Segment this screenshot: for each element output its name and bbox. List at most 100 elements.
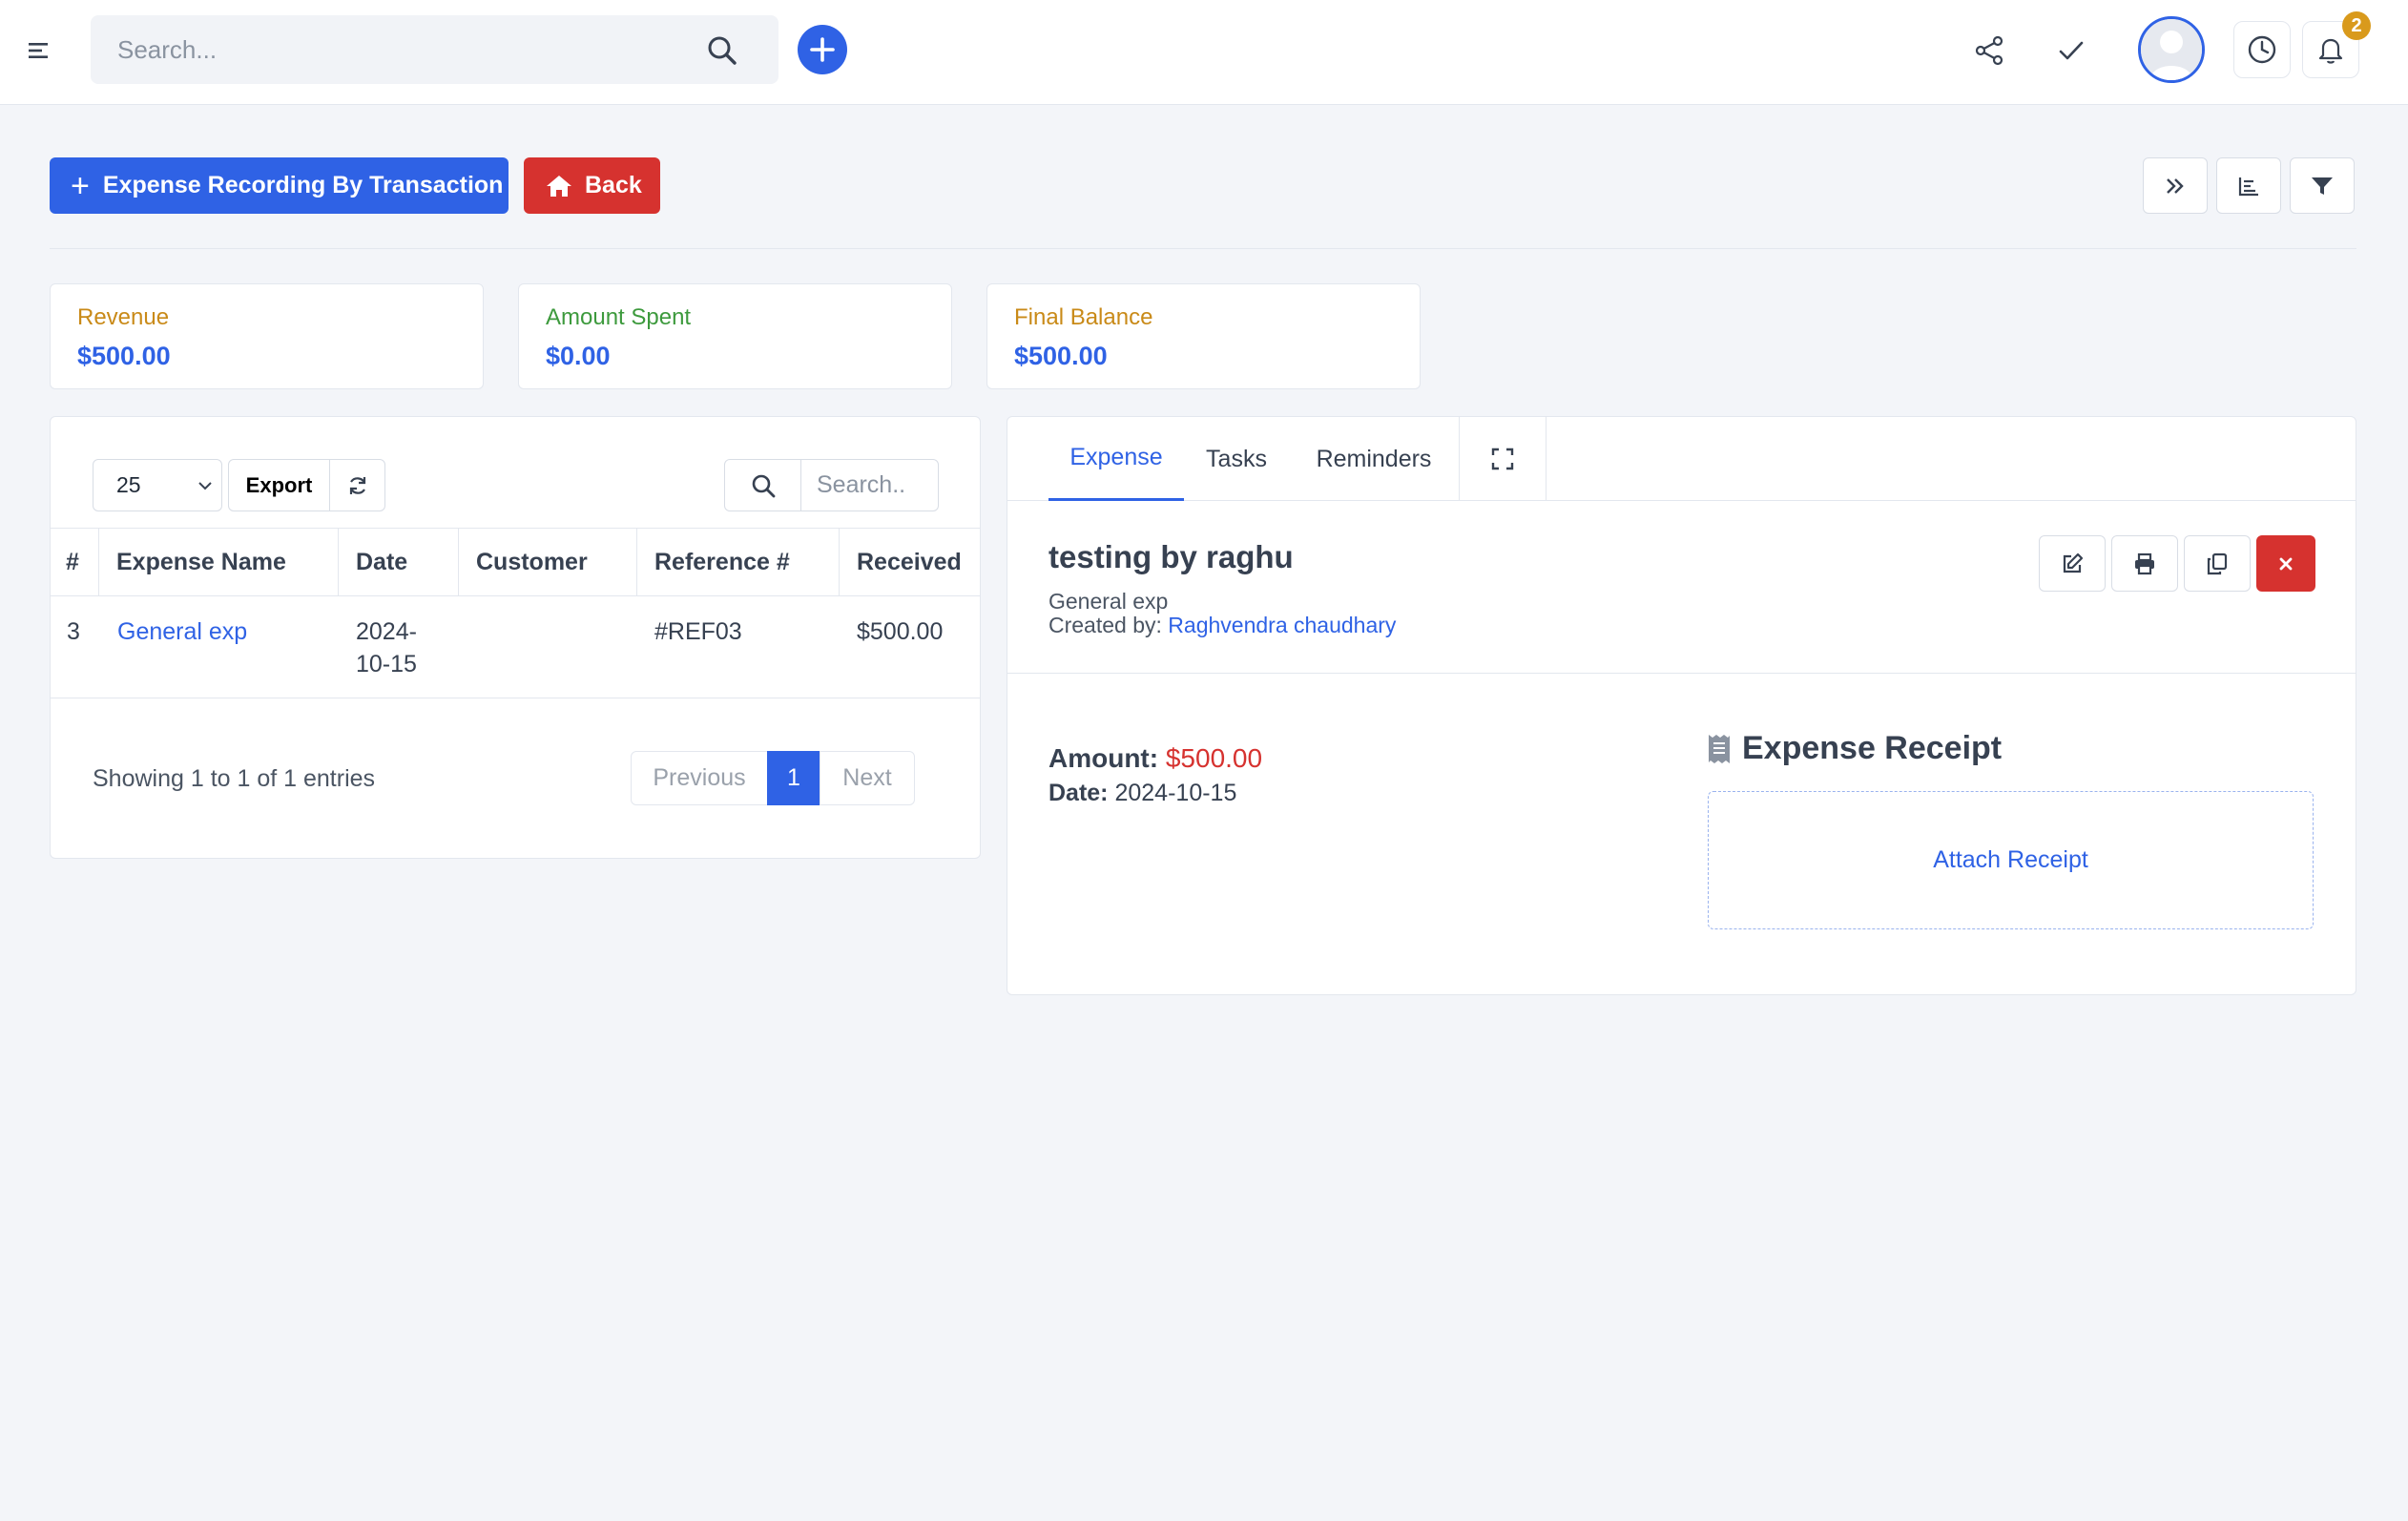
expense-amount: Amount: $500.00 — [1048, 743, 1262, 774]
row-id: 3 — [67, 618, 80, 645]
divider — [1007, 673, 2356, 674]
expense-category: General exp — [1048, 589, 1169, 614]
stat-label: Amount Spent — [546, 304, 692, 330]
bell-icon — [2318, 38, 2343, 64]
pagination-previous[interactable]: Previous — [631, 751, 768, 805]
chart-icon — [2238, 177, 2258, 196]
share-icon — [1975, 35, 2003, 66]
stat-value: $500.00 — [77, 342, 171, 370]
receipt-heading: Expense Receipt — [1708, 730, 2002, 767]
attach-receipt-link[interactable]: Attach Receipt — [1933, 846, 2088, 874]
expand-panel-button[interactable] — [2143, 157, 2208, 214]
tab-reminders[interactable]: Reminders — [1289, 417, 1459, 501]
refresh-button[interactable] — [329, 459, 385, 511]
fullscreen-icon — [1491, 448, 1514, 470]
receipt-icon — [1709, 734, 1730, 763]
pagination-page[interactable]: 1 — [767, 751, 820, 805]
avatar[interactable] — [2138, 16, 2205, 83]
share-button[interactable] — [1963, 25, 2015, 76]
filter-button[interactable] — [2290, 157, 2355, 214]
column-header[interactable]: Expense Name — [99, 529, 339, 595]
back-button[interactable]: Back — [524, 157, 660, 214]
table-search-button[interactable] — [724, 459, 801, 511]
top-navbar: 2 — [0, 0, 2408, 105]
global-search-input[interactable] — [117, 15, 690, 84]
plus-icon: + — [71, 167, 90, 204]
copy-button[interactable] — [2184, 535, 2251, 592]
column-header[interactable]: Date — [339, 529, 459, 595]
tab-tasks[interactable]: Tasks — [1193, 417, 1280, 501]
column-header[interactable]: # — [51, 529, 99, 595]
close-icon — [2279, 557, 2293, 570]
created-by: Created by: Raghvendra chaudhary — [1048, 613, 1396, 638]
refresh-icon — [349, 476, 365, 494]
row-received: $500.00 — [857, 618, 944, 645]
stat-label: Revenue — [77, 304, 170, 330]
search-icon[interactable] — [706, 34, 738, 67]
home-icon — [547, 175, 571, 197]
table-header: # Expense Name Date Customer Reference #… — [51, 528, 980, 596]
tab-expense[interactable]: Expense — [1048, 417, 1184, 501]
row-date-line: 10-15 — [356, 651, 417, 677]
expense-title: testing by raghu — [1048, 539, 1294, 574]
stat-revenue: Revenue $500.00 — [50, 283, 484, 389]
chart-button[interactable] — [2216, 157, 2281, 214]
back-label: Back — [585, 172, 642, 198]
expense-name-link[interactable]: General exp — [117, 615, 247, 648]
stat-value: $0.00 — [546, 342, 611, 370]
print-button[interactable] — [2111, 535, 2178, 592]
pagination-next[interactable]: Next — [820, 751, 915, 805]
add-expense-label: Expense Recording By Transaction — [102, 172, 504, 198]
search-icon — [752, 474, 775, 497]
add-expense-button[interactable]: + Expense Recording By Transaction — [50, 157, 509, 214]
clock-icon — [2248, 35, 2276, 64]
divider — [50, 248, 2356, 249]
row-date-line: 2024- — [356, 618, 417, 645]
row-reference: #REF03 — [654, 618, 742, 645]
quick-add-button[interactable] — [798, 25, 847, 74]
edit-button[interactable] — [2039, 535, 2106, 592]
notification-count-badge: 2 — [2342, 11, 2371, 40]
check-icon — [2059, 41, 2084, 60]
expense-detail-card: Expense Tasks Reminders testing by raghu… — [1007, 416, 2356, 995]
expense-date: Date: 2024-10-15 — [1048, 780, 1236, 807]
expense-list-card: 25 Export # Expense Name Date Customer R… — [50, 416, 981, 859]
print-icon — [2135, 552, 2154, 574]
page-size-select[interactable]: 25 — [93, 459, 222, 511]
table-row[interactable]: 3 General exp 2024- 10-15 #REF03 $500.00 — [51, 596, 980, 698]
chevron-down-icon — [198, 482, 212, 490]
amount-label: Amount: — [1048, 743, 1159, 773]
column-header[interactable]: Customer — [459, 529, 637, 595]
avatar-icon — [2141, 19, 2202, 80]
created-by-label: Created by: — [1048, 613, 1162, 637]
table-search-input[interactable] — [800, 459, 939, 511]
tasks-check-button[interactable] — [2045, 25, 2097, 76]
global-search — [91, 15, 778, 84]
stat-label: Final Balance — [1014, 304, 1153, 330]
column-header[interactable]: Reference # — [637, 529, 840, 595]
plus-icon — [810, 37, 835, 62]
timer-button[interactable] — [2233, 21, 2291, 78]
stat-amount-spent: Amount Spent $0.00 — [518, 283, 952, 389]
filter-icon — [2312, 177, 2333, 195]
export-button[interactable]: Export — [228, 459, 330, 511]
stat-final-balance: Final Balance $500.00 — [986, 283, 1421, 389]
detail-tabs: Expense Tasks Reminders — [1007, 417, 2356, 501]
pagination-info: Showing 1 to 1 of 1 entries — [93, 765, 376, 792]
copy-icon — [2207, 552, 2228, 574]
receipt-title: Expense Receipt — [1742, 730, 2003, 766]
amount-value: $500.00 — [1165, 743, 1263, 773]
page-size-value: 25 — [116, 472, 141, 497]
row-date: 2024- 10-15 — [356, 615, 417, 680]
edit-icon — [2063, 552, 2084, 573]
date-value: 2024-10-15 — [1114, 780, 1237, 806]
stat-value: $500.00 — [1014, 342, 1108, 370]
created-by-link[interactable]: Raghvendra chaudhary — [1168, 613, 1396, 637]
double-chevron-right-icon — [2167, 177, 2184, 194]
date-label: Date: — [1048, 780, 1109, 806]
delete-button[interactable] — [2256, 535, 2315, 592]
receipt-dropzone[interactable]: Attach Receipt — [1708, 791, 2314, 929]
fullscreen-toggle[interactable] — [1459, 417, 1547, 501]
menu-toggle-button[interactable] — [27, 38, 52, 63]
column-header[interactable]: Received — [840, 529, 980, 595]
